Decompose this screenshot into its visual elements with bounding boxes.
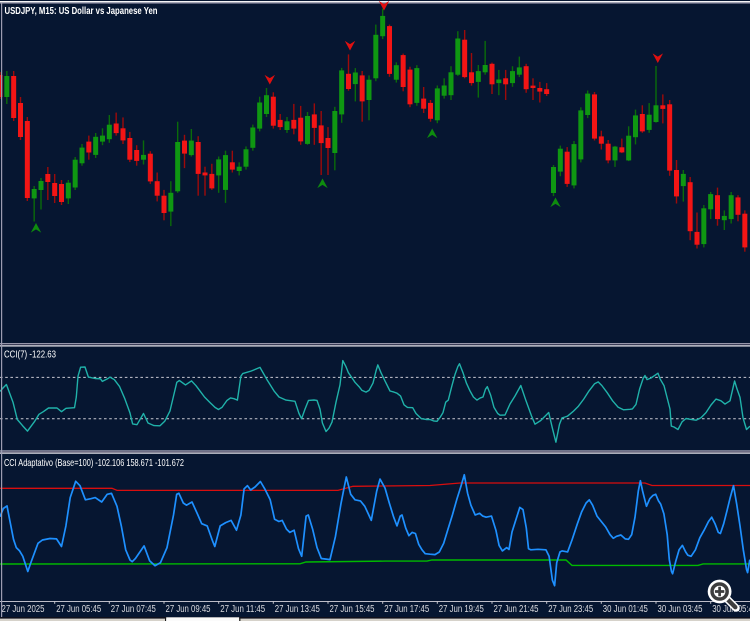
svg-text:27 Jun 13:45: 27 Jun 13:45: [275, 604, 320, 615]
svg-text:27 Jun 17:45: 27 Jun 17:45: [384, 604, 429, 615]
svg-text:30 Jun 01:45: 30 Jun 01:45: [603, 604, 648, 615]
svg-text:30 Jun 03:45: 30 Jun 03:45: [658, 604, 703, 615]
svg-text:27 Jun 07:45: 27 Jun 07:45: [111, 604, 156, 615]
svg-text:27 Jun 15:45: 27 Jun 15:45: [330, 604, 375, 615]
svg-text:27 Jun 09:45: 27 Jun 09:45: [166, 604, 211, 615]
svg-text:USDJPY, M15: US Dollar vs Jap: USDJPY, M15: US Dollar vs Japanese Yen: [5, 5, 158, 17]
svg-text:27 Jun 19:45: 27 Jun 19:45: [439, 604, 484, 615]
svg-text:27 Jun 05:45: 27 Jun 05:45: [56, 604, 101, 615]
svg-text:27 Jun 21:45: 27 Jun 21:45: [494, 604, 539, 615]
svg-text:27 Jun 23:45: 27 Jun 23:45: [548, 604, 593, 615]
svg-text:CCI Adaptativo (Base=100) -102: CCI Adaptativo (Base=100) -102.106 158.6…: [4, 457, 184, 469]
svg-text:27 Jun 2025: 27 Jun 2025: [2, 604, 45, 615]
svg-text:CCI(7) -122.63: CCI(7) -122.63: [4, 349, 56, 361]
svg-text:27 Jun 11:45: 27 Jun 11:45: [220, 604, 265, 615]
